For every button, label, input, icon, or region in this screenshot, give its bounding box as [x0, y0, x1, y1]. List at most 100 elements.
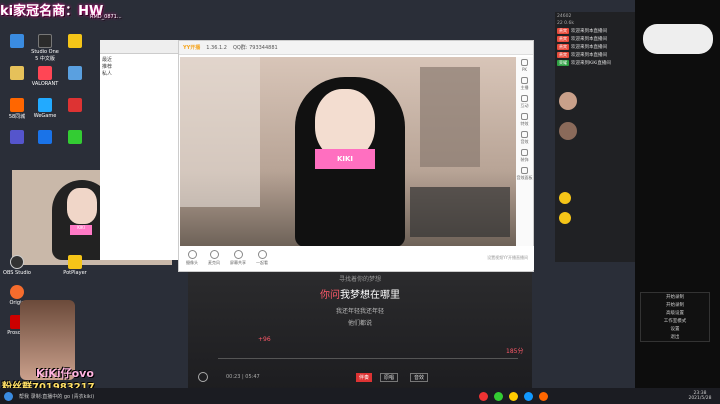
screen-share-button[interactable]: 屏幕共享 [230, 250, 246, 266]
sidebar-label: 音效 [520, 139, 529, 144]
studio-mode-button[interactable]: 工作室模式 [641, 317, 709, 325]
desktop-icon-app[interactable] [60, 66, 90, 81]
credit-ticker: 帮我 录制:直播中的 go (青衣kiki) [19, 393, 95, 400]
original-button[interactable]: 原唱 [380, 373, 399, 382]
start-recording-button-2[interactable]: 开始录制 [641, 301, 709, 309]
chat-line: 贵宾 欢迎来到本直播间 [557, 52, 633, 58]
wegame-icon [38, 98, 52, 112]
exit-button[interactable]: 退出 [641, 333, 709, 341]
chat-badge: 贵宾 [557, 36, 569, 42]
desktop-icon-label: PotPlayer [63, 270, 87, 276]
mic-icon [209, 250, 219, 259]
sidebar-label: 互动 [520, 103, 529, 108]
sidebar-item[interactable]: 主播 [516, 75, 533, 93]
lyric-highlight: 你问 [320, 290, 340, 301]
start-recording-button[interactable]: 开始录制 [641, 293, 709, 301]
score-label: +96 [258, 336, 271, 343]
yy-toolbar: 摄像头 麦克风 屏幕共享 一起看 设置视频YY开播直播间 [180, 246, 534, 270]
taskbar: 帮我 录制:直播中的 go (青衣kiki) 23:38 2021/5/28 [0, 388, 720, 404]
desktop-icon-wegame[interactable]: WeGame [30, 98, 60, 119]
sidebar-label: 音效面板 [516, 175, 533, 180]
desktop-icon-label: OBS Studio [3, 270, 31, 276]
pause-button[interactable] [198, 372, 208, 382]
desktop-icon-app4[interactable] [30, 130, 60, 145]
effect-button[interactable]: 音效 [410, 373, 429, 382]
shelf [180, 57, 260, 207]
app-icon[interactable] [524, 391, 533, 401]
browser-side-label[interactable]: 推荐 [102, 63, 178, 70]
desktop-icon-obs[interactable]: OBS Studio [2, 255, 32, 276]
time-current: 00:23 [226, 374, 241, 380]
start-icon[interactable] [4, 391, 13, 401]
desktop-icon-label: 58同城 [8, 114, 26, 120]
chat-count: 24602 [557, 14, 572, 19]
yy-footer-link[interactable]: 设置视频YY开播直播间 [487, 255, 528, 261]
watch-together-button[interactable]: 一起看 [256, 250, 268, 266]
desktop-icon-app5[interactable] [60, 130, 90, 145]
sidebar-item[interactable]: PK [516, 57, 533, 75]
pk-icon [521, 59, 528, 66]
sidebar-item[interactable]: 音效面板 [516, 165, 533, 183]
app-icon [68, 255, 82, 269]
camera-icon [187, 250, 197, 259]
desktop-icon-folder[interactable] [2, 66, 32, 81]
count-label: 185分 [506, 348, 524, 355]
app-icon[interactable] [539, 391, 548, 401]
stream-banner: ki家冠名商：HW RMD_0871... [0, 0, 180, 22]
desktop-icon-studio-one-cn[interactable]: Studio One 5 中文版 [30, 34, 60, 62]
karaoke-player: 寻找着你的梦想 你问我梦想在哪里 我还年轻我还年轻 他们都说 +96 185分 … [188, 272, 532, 390]
avatar [559, 92, 577, 110]
app-icon[interactable] [494, 391, 503, 401]
app-icon [38, 130, 52, 144]
desktop-icon-label: Studio One 5 中文版 [31, 49, 59, 62]
browser-window: 最近 推荐 私人 [100, 40, 180, 260]
host-icon [521, 77, 528, 84]
app-icon[interactable] [509, 391, 518, 401]
sidebar-label: PK [521, 67, 528, 72]
lyric-line-next2: 他们都说 [347, 320, 372, 327]
desktop-icon-studio-one[interactable] [2, 34, 32, 49]
desktop-icon-app3[interactable] [2, 130, 32, 145]
sidebar-item[interactable]: 互动 [516, 93, 533, 111]
chat-badge: 贵宾 [557, 44, 569, 50]
desktop-icon-potplayer2[interactable]: PotPlayer [60, 255, 90, 276]
chat-line: 贵宾 欢迎来到本直播间 [557, 36, 633, 42]
browser-side-label[interactable]: 最近 [102, 56, 178, 63]
tool-label: 摄像头 [186, 260, 198, 265]
chat-badge: 贵宾 [557, 52, 569, 58]
time-display: 00:23 | 05:47 [226, 374, 260, 380]
desktop-icon-app2[interactable] [60, 98, 90, 113]
chat-line: 荣耀 欢迎来到KiKi直播间 [557, 60, 633, 66]
app-icon [10, 98, 24, 112]
settings-button[interactable]: 设置 [641, 325, 709, 333]
screen-icon [233, 250, 243, 259]
avatar [559, 122, 577, 140]
chat-badge: 贵宾 [557, 28, 569, 34]
desktop-icon-label: VALORANT [31, 81, 59, 87]
camera-button[interactable]: 摄像头 [186, 250, 198, 266]
mic-button[interactable]: 麦克风 [208, 250, 220, 266]
sidebar-label: 装饰 [520, 157, 529, 162]
effect-icon [521, 113, 528, 120]
browser-side-label[interactable]: 私人 [102, 70, 178, 77]
chat-text: 欢迎来到本直播间 [571, 45, 607, 50]
origin-icon [10, 285, 24, 299]
pitch-line [218, 358, 518, 359]
yy-sidebar: PK 主播 互动 特效 音效 装饰 音效面板 [516, 57, 533, 257]
sidebar-item[interactable]: 音效 [516, 129, 533, 147]
desktop: ki家冠名商：HW RMD_0871... Studio One 5 中文版 V… [0, 0, 720, 404]
obs-icon [10, 255, 24, 269]
app-icon [38, 34, 52, 48]
interact-icon [521, 95, 528, 102]
advanced-settings-button[interactable]: 高级设置 [641, 309, 709, 317]
accompany-button[interactable]: 伴奏 [356, 373, 373, 382]
app-icon [68, 66, 82, 80]
app-icon[interactable] [479, 391, 488, 401]
desktop-icon-valorant[interactable]: VALORANT [30, 66, 60, 87]
desktop-icon-58[interactable]: 58同城 [2, 98, 32, 120]
sidebar-item[interactable]: 特效 [516, 111, 533, 129]
desktop-icon-potplayer[interactable] [60, 34, 90, 49]
yy-titlebar: YY开播 1.36.1.2 QQ群: 793344881 [179, 41, 533, 55]
system-clock[interactable]: 23:38 2021/5/28 [680, 391, 720, 401]
sidebar-item[interactable]: 装饰 [516, 147, 533, 165]
